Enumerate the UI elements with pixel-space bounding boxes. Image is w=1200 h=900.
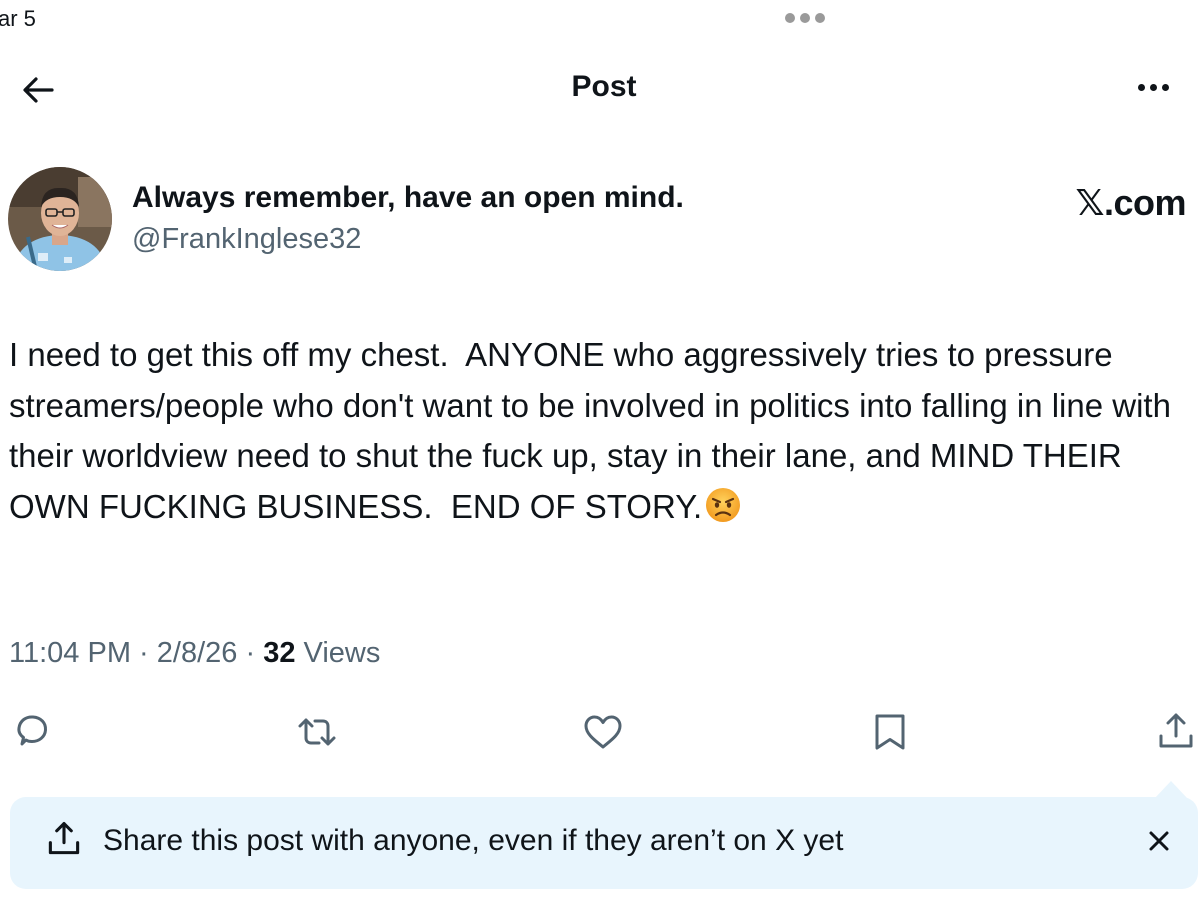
page-title: Post <box>571 70 637 103</box>
views-label[interactable]: Views <box>295 637 381 669</box>
repost-icon[interactable] <box>295 710 339 754</box>
share-banner[interactable]: Share this post with anyone, even if the… <box>10 797 1198 889</box>
meta-separator: · <box>237 637 264 669</box>
avatar[interactable] <box>8 167 112 271</box>
author-display-name[interactable]: Always remember, have an open mind. <box>132 181 684 215</box>
post-date: 2/8/26 <box>156 637 238 669</box>
angry-face-emoji <box>704 486 742 524</box>
meta-separator: · <box>130 637 157 669</box>
share-icon <box>44 819 84 859</box>
banner-pointer <box>1155 781 1187 798</box>
bookmark-icon[interactable] <box>868 710 912 754</box>
views-count[interactable]: 32 <box>263 637 295 669</box>
post-time: 11:04 PM <box>9 637 131 669</box>
post-action-bar <box>0 710 1200 754</box>
post-text: I need to get this off my chest. ANYONE … <box>9 336 1181 525</box>
more-options-icon[interactable] <box>1138 84 1169 91</box>
post-meta: 11:04 PM · 2/8/26 · 32 Views <box>9 637 380 670</box>
reply-icon[interactable] <box>10 710 54 754</box>
close-icon[interactable] <box>1144 826 1174 856</box>
multitask-dots-icon[interactable] <box>785 13 825 23</box>
like-icon[interactable] <box>581 710 625 754</box>
post-body: I need to get this off my chest. ANYONE … <box>9 330 1189 532</box>
share-banner-text[interactable]: Share this post with anyone, even if the… <box>103 824 843 858</box>
x-com-logo: 𝕏.com <box>1075 182 1186 223</box>
author-handle[interactable]: @FrankInglese32 <box>132 223 361 256</box>
status-bar-time: ar 5 <box>0 6 36 31</box>
share-icon[interactable] <box>1154 710 1198 754</box>
